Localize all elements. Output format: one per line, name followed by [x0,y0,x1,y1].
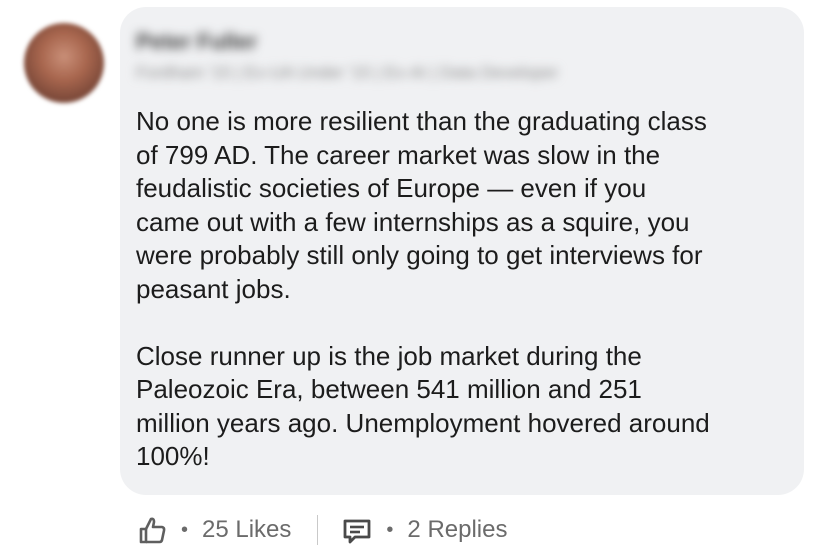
replies-count[interactable]: 2 Replies [407,516,507,544]
comment-card: Peter Fuller Fordham '15 | Ex-UA Under '… [0,0,828,553]
author-name[interactable]: Peter Fuller [136,29,257,55]
separator-dot-2: • [386,518,394,541]
comment-bubble: Peter Fuller Fordham '15 | Ex-UA Under '… [120,7,804,495]
comment-actions: • 25 Likes • 2 Replies [137,510,507,550]
author-subtitle: Fordham '15 | Ex-UA Under '15 | Ex-AI | … [136,63,559,82]
action-divider [317,515,319,545]
separator-dot: • [181,518,189,541]
comment-icon[interactable] [342,515,372,545]
comment-text: No one is more resilient than the gradua… [136,106,710,471]
thumbs-up-icon[interactable] [137,515,167,545]
avatar[interactable] [24,23,104,103]
likes-count[interactable]: 25 Likes [202,516,291,544]
